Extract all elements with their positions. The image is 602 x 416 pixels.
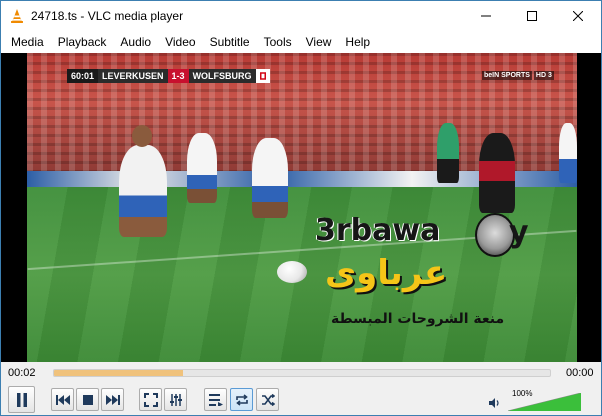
player-red-1 [479, 133, 515, 213]
match-clock: 60:01 [67, 69, 99, 83]
player-head [132, 125, 152, 147]
close-button[interactable] [555, 1, 601, 31]
pause-icon [16, 392, 27, 407]
watermark-subtitle: منعة الشروحات المبسطة [331, 311, 505, 327]
player-green-1 [437, 123, 459, 183]
close-icon [573, 11, 583, 21]
vlc-window: 24718.ts - VLC media player Media Playba… [0, 0, 602, 416]
minimize-icon [481, 15, 491, 17]
vlc-cone-icon [9, 8, 25, 24]
home-team: LEVERKUSEN [98, 69, 168, 83]
minimize-button[interactable] [463, 1, 509, 31]
next-button[interactable] [101, 388, 124, 411]
maximize-icon [527, 11, 537, 21]
menu-audio[interactable]: Audio [113, 31, 158, 53]
window-title: 24718.ts - VLC media player [31, 9, 184, 23]
menu-tools[interactable]: Tools [257, 31, 299, 53]
seek-slider[interactable] [53, 369, 551, 377]
player-white-2 [187, 133, 217, 203]
shuffle-button[interactable] [256, 388, 279, 411]
away-team: WOLFSBURG [188, 69, 256, 83]
stop-icon [82, 394, 93, 405]
channel-name: beIN SPORTS [482, 71, 532, 80]
watermark-latin-suffix: y [509, 215, 529, 250]
player-white-1 [119, 145, 167, 237]
playlist-button[interactable] [204, 388, 227, 411]
loop-icon [235, 393, 248, 406]
watermark-latin-text: 3rbawa [315, 213, 441, 248]
extended-settings-button[interactable] [164, 388, 187, 411]
menu-video[interactable]: Video [158, 31, 202, 53]
speaker-icon[interactable] [488, 397, 500, 412]
player-white-3 [252, 138, 288, 218]
channel-hd-badge: HD 3 [533, 71, 554, 80]
watermark-arabic: عرباوى [325, 253, 448, 293]
menu-view[interactable]: View [299, 31, 339, 53]
fullscreen-icon [143, 392, 158, 407]
football [277, 261, 307, 283]
scoreboard: 60:01 LEVERKUSEN 1-3 WOLFSBURG [67, 69, 270, 83]
maximize-button[interactable] [509, 1, 555, 31]
stop-button[interactable] [76, 388, 99, 411]
watermark-latin: 3rbawa [315, 213, 440, 248]
video-frame: 60:01 LEVERKUSEN 1-3 WOLFSBURG beIN SPOR… [27, 53, 577, 362]
shuffle-icon [261, 393, 275, 406]
loop-button[interactable] [230, 388, 253, 411]
fullscreen-button[interactable] [139, 388, 162, 411]
seek-row: 00:02 00:00 [1, 362, 601, 384]
menu-media[interactable]: Media [4, 31, 51, 53]
player-white-4 [559, 123, 577, 183]
skip-next-icon [105, 394, 120, 405]
playlist-icon [208, 393, 223, 406]
elapsed-time: 00:02 [8, 367, 36, 379]
menu-playback[interactable]: Playback [51, 31, 114, 53]
match-score: 1-3 [167, 69, 189, 83]
league-logo-icon [255, 69, 270, 83]
watermark: 3rbawa y عرباوى منعة الشروحات المبسطة [315, 213, 537, 348]
total-time[interactable]: 00:00 [566, 367, 594, 379]
channel-logo: beIN SPORTS HD 3 [482, 71, 554, 80]
equalizer-icon [169, 393, 182, 406]
video-area[interactable]: 60:01 LEVERKUSEN 1-3 WOLFSBURG beIN SPOR… [1, 53, 601, 362]
menu-help[interactable]: Help [338, 31, 377, 53]
menu-bar: Media Playback Audio Video Subtitle Tool… [1, 31, 601, 53]
previous-button[interactable] [51, 388, 74, 411]
skip-previous-icon [55, 394, 70, 405]
seek-buffer-fill [54, 370, 183, 376]
volume-slider[interactable] [508, 393, 581, 411]
title-bar[interactable]: 24718.ts - VLC media player [1, 1, 601, 31]
menu-subtitle[interactable]: Subtitle [203, 31, 257, 53]
pause-button[interactable] [8, 386, 35, 413]
